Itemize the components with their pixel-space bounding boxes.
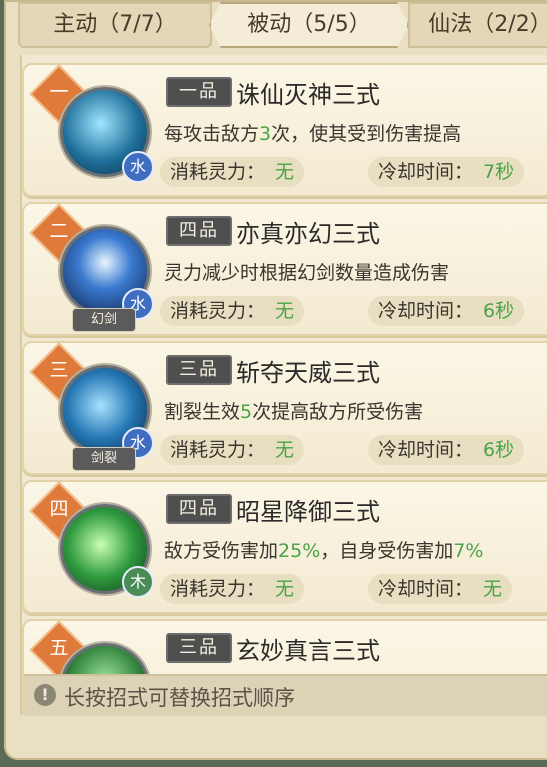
desc-text: ，自身受伤害加	[320, 540, 454, 562]
cost-pill: 消耗灵力： 无	[160, 157, 305, 187]
cost-label: 消耗灵力：	[170, 578, 266, 600]
cost-value: 无	[275, 161, 295, 183]
skill-list[interactable]: 一 水 一品 诛仙灭神三式 每攻击敌方3次，使其受到伤害提高 消耗灵力：无 冷却…	[20, 55, 547, 715]
desc-highlight: 3	[259, 123, 272, 145]
tab-active-skills[interactable]: 主动（7/7）	[18, 2, 212, 48]
cost-pill: 消耗灵力： 无	[160, 296, 305, 326]
tip-text: 长按招式可替换招式顺序	[64, 686, 295, 710]
tab-passive-skills[interactable]: 被动（5/5）	[209, 2, 409, 48]
tab-bar: 主动（7/7） 被动（5/5） 仙法（2/2）	[4, 0, 547, 48]
skill-tag: 剑裂	[72, 447, 136, 471]
grade-badge: 三品	[166, 355, 232, 385]
desc-highlight: 7%	[453, 540, 484, 562]
skill-name: 玄妙真言三式	[236, 637, 380, 665]
skill-tag: 幻剑	[72, 308, 136, 332]
cooldown-value: 7秒	[483, 161, 515, 183]
desc-text: 割裂生效	[164, 401, 241, 423]
skill-description: 每攻击敌方3次，使其受到伤害提高	[164, 119, 461, 146]
cooldown-value: 6秒	[483, 300, 515, 322]
skill-name: 亦真亦幻三式	[236, 220, 380, 248]
wood-element-icon: 木	[122, 566, 154, 598]
tip-bar: ! 长按招式可替换招式顺序	[24, 674, 547, 716]
cooldown-value: 6秒	[483, 439, 515, 461]
skill-description: 灵力减少时根据幻剑数量造成伤害	[164, 258, 449, 285]
desc-text: 次，使其受到伤害提高	[271, 123, 462, 145]
skill-card[interactable]: 四 木 四品 昭星降御三式 敌方受伤害加25%，自身受伤害加7% 消耗灵力：无 …	[22, 480, 547, 614]
skill-name: 昭星降御三式	[236, 498, 380, 526]
grade-badge: 四品	[166, 494, 232, 524]
cooldown-label: 冷却时间：	[378, 300, 474, 322]
cost-label: 消耗灵力：	[170, 300, 266, 322]
skill-description: 割裂生效5次提高敌方所受伤害	[164, 397, 423, 424]
info-icon: !	[34, 684, 56, 706]
desc-highlight: 5	[240, 401, 253, 423]
cost-value: 无	[275, 578, 295, 600]
water-element-icon: 水	[122, 151, 154, 183]
cost-label: 消耗灵力：	[170, 439, 266, 461]
skill-card[interactable]: 二 水 幻剑 四品 亦真亦幻三式 灵力减少时根据幻剑数量造成伤害 消耗灵力：无 …	[22, 202, 547, 336]
grade-badge: 三品	[166, 633, 232, 663]
tab-immortal-arts[interactable]: 仙法（2/2）	[408, 2, 547, 48]
cooldown-label: 冷却时间：	[378, 439, 474, 461]
cost-label: 消耗灵力：	[170, 161, 266, 183]
desc-text: 敌方受伤害加	[164, 540, 279, 562]
desc-text: 次提高敌方所受伤害	[252, 401, 424, 423]
cost-value: 无	[275, 439, 295, 461]
skill-description: 敌方受伤害加25%，自身受伤害加7%	[164, 536, 483, 563]
grade-badge: 四品	[166, 216, 232, 246]
cooldown-value: 无	[483, 578, 503, 600]
cooldown-label: 冷却时间：	[378, 161, 474, 183]
cooldown-pill: 冷却时间： 无	[368, 574, 513, 604]
desc-text: 灵力减少时根据幻剑数量造成伤害	[164, 262, 450, 284]
skill-card[interactable]: 三 水 剑裂 三品 斩夺天威三式 割裂生效5次提高敌方所受伤害 消耗灵力：无 冷…	[22, 341, 547, 475]
cost-pill: 消耗灵力： 无	[160, 435, 305, 465]
cooldown-label: 冷却时间：	[378, 578, 474, 600]
desc-text: 每攻击敌方	[164, 123, 260, 145]
skill-card[interactable]: 一 水 一品 诛仙灭神三式 每攻击敌方3次，使其受到伤害提高 消耗灵力：无 冷却…	[22, 63, 547, 197]
skill-name: 诛仙灭神三式	[236, 81, 380, 109]
cost-value: 无	[275, 300, 295, 322]
cost-pill: 消耗灵力： 无	[160, 574, 305, 604]
skill-name: 斩夺天威三式	[236, 359, 380, 387]
desc-highlight: 25%	[278, 540, 321, 562]
grade-badge: 一品	[166, 77, 232, 107]
cooldown-pill: 冷却时间： 6秒	[368, 296, 525, 326]
cooldown-pill: 冷却时间： 6秒	[368, 435, 525, 465]
cooldown-pill: 冷却时间： 7秒	[368, 157, 525, 187]
